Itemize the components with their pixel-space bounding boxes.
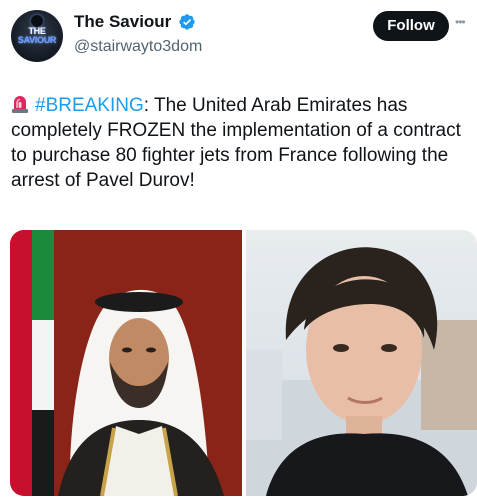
tweet-photo-right[interactable] — [246, 230, 477, 496]
display-name[interactable]: The Saviour — [74, 12, 171, 32]
siren-emoji-icon — [12, 96, 28, 113]
follow-button[interactable]: Follow — [373, 11, 449, 41]
user-handle[interactable]: @stairwayto3dom — [74, 37, 202, 57]
avatar-logo-text: THE SAVIOUR — [11, 27, 63, 45]
portrait-image — [246, 247, 477, 496]
tweet-media-grid — [10, 230, 477, 496]
ghutra-portrait-image — [10, 230, 242, 496]
more-dots-icon[interactable]: ••• — [455, 16, 466, 28]
breaking-hashtag-link[interactable]: #BREAKING — [35, 95, 144, 116]
tweet-photo-left[interactable] — [10, 230, 242, 496]
avatar[interactable]: THE SAVIOUR — [11, 10, 63, 62]
verified-badge-icon — [179, 14, 195, 30]
tweet-text: #BREAKING: The United Arab Emirates has … — [11, 93, 471, 193]
avatar-text-line-2: SAVIOUR — [17, 35, 57, 45]
